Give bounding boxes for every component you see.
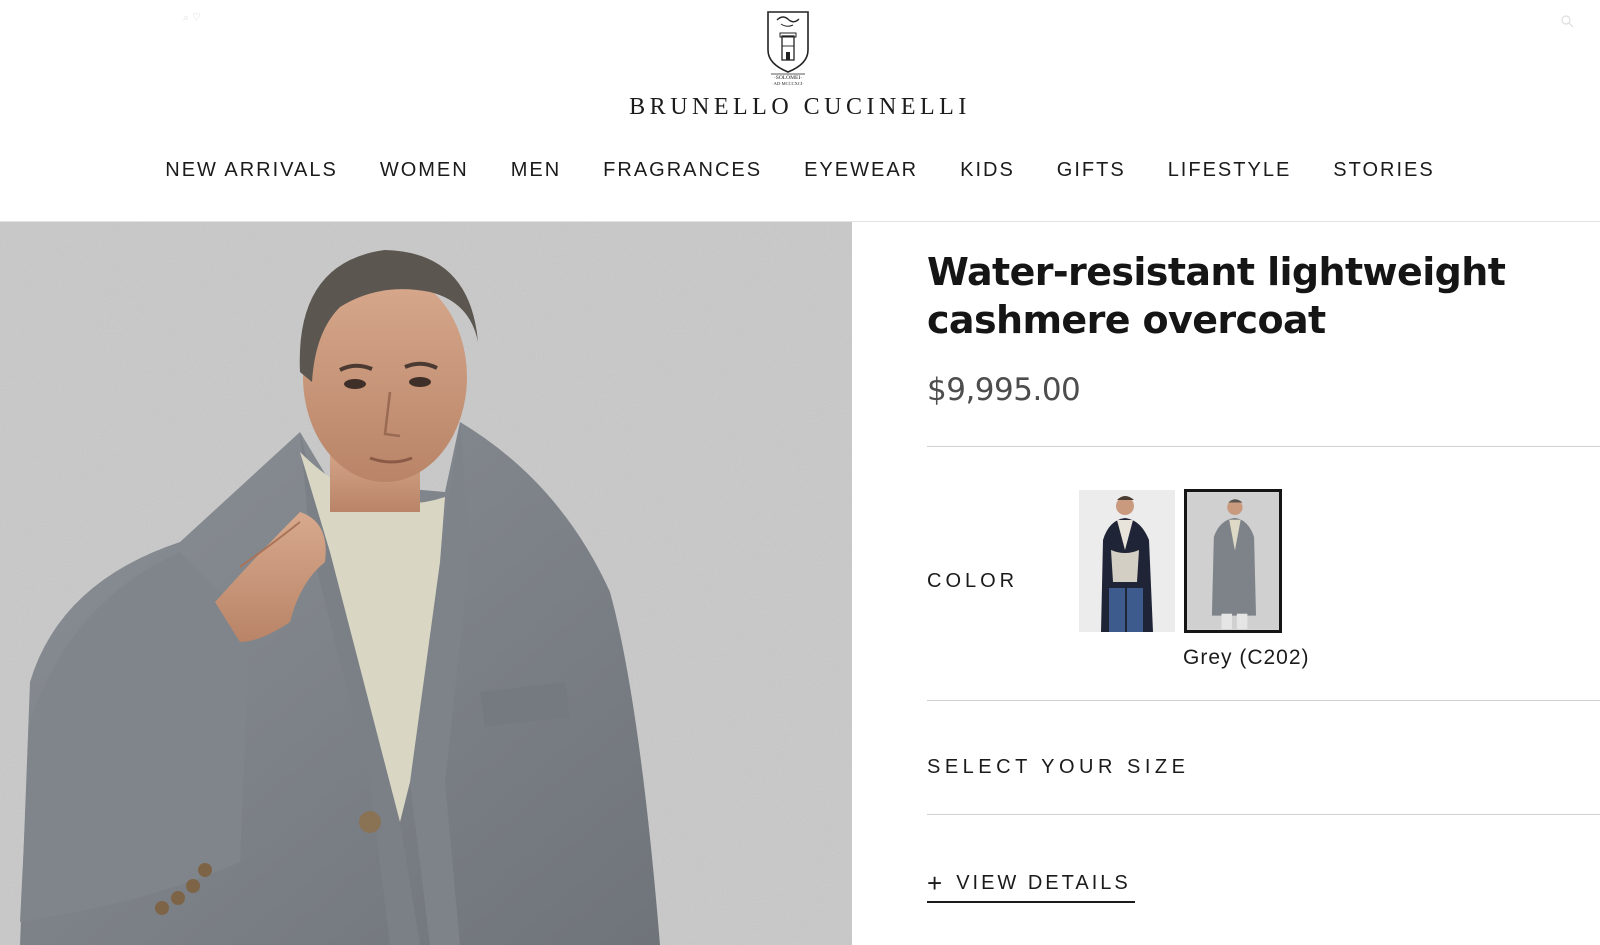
product-info-panel: Water-resistant lightweight cashmere ove… — [852, 222, 1600, 945]
nav-eyewear[interactable]: EYEWEAR — [783, 159, 939, 182]
site-header: ⌕ ♡ ·SOLOMEI· ·AD·MCCCXCI· BRUNELLO CUCI… — [0, 0, 1600, 222]
view-details-button[interactable]: + VIEW DETAILS — [927, 865, 1135, 903]
divider — [927, 446, 1600, 447]
nav-kids[interactable]: KIDS — [939, 159, 1036, 182]
product-title: Water-resistant lightweight cashmere ove… — [927, 250, 1506, 342]
navy-overcoat-thumbnail — [1079, 490, 1175, 632]
grey-overcoat-thumbnail — [1187, 492, 1279, 630]
nav-stories[interactable]: STORIES — [1312, 159, 1455, 182]
search-icon[interactable] — [1560, 14, 1574, 28]
color-label: COLOR — [927, 570, 1019, 592]
top-left-faint-icons: ⌕ ♡ — [183, 12, 201, 24]
brand-name[interactable]: BRUNELLO CUCINELLI — [0, 94, 1600, 121]
nav-fragrances[interactable]: FRAGRANCES — [582, 159, 783, 182]
svg-text:·AD·MCCCXCI·: ·AD·MCCCXCI· — [772, 81, 804, 86]
nav-gifts[interactable]: GIFTS — [1036, 159, 1147, 182]
color-swatch-navy[interactable] — [1079, 490, 1175, 632]
product-price: $9,995.00 — [927, 372, 1081, 408]
plus-icon: + — [927, 868, 943, 898]
product-main-image[interactable] — [0, 222, 852, 945]
model-wearing-grey-overcoat-image — [0, 222, 852, 945]
brunello-cucinelli-crest-icon[interactable]: ·SOLOMEI· ·AD·MCCCXCI· — [763, 8, 813, 86]
nav-lifestyle[interactable]: LIFESTYLE — [1147, 159, 1313, 182]
main-navigation: NEW ARRIVALS WOMEN MEN FRAGRANCES EYEWEA… — [0, 159, 1600, 182]
view-details-label: VIEW DETAILS — [956, 871, 1131, 894]
nav-new-arrivals[interactable]: NEW ARRIVALS — [144, 159, 359, 182]
divider — [927, 814, 1600, 815]
nav-men[interactable]: MEN — [490, 159, 582, 182]
select-size-button[interactable]: SELECT YOUR SIZE — [927, 756, 1189, 779]
divider — [927, 700, 1600, 701]
selected-color-name: Grey (C202) — [1183, 646, 1310, 669]
color-swatch-grey[interactable] — [1184, 489, 1282, 633]
nav-women[interactable]: WOMEN — [359, 159, 490, 182]
